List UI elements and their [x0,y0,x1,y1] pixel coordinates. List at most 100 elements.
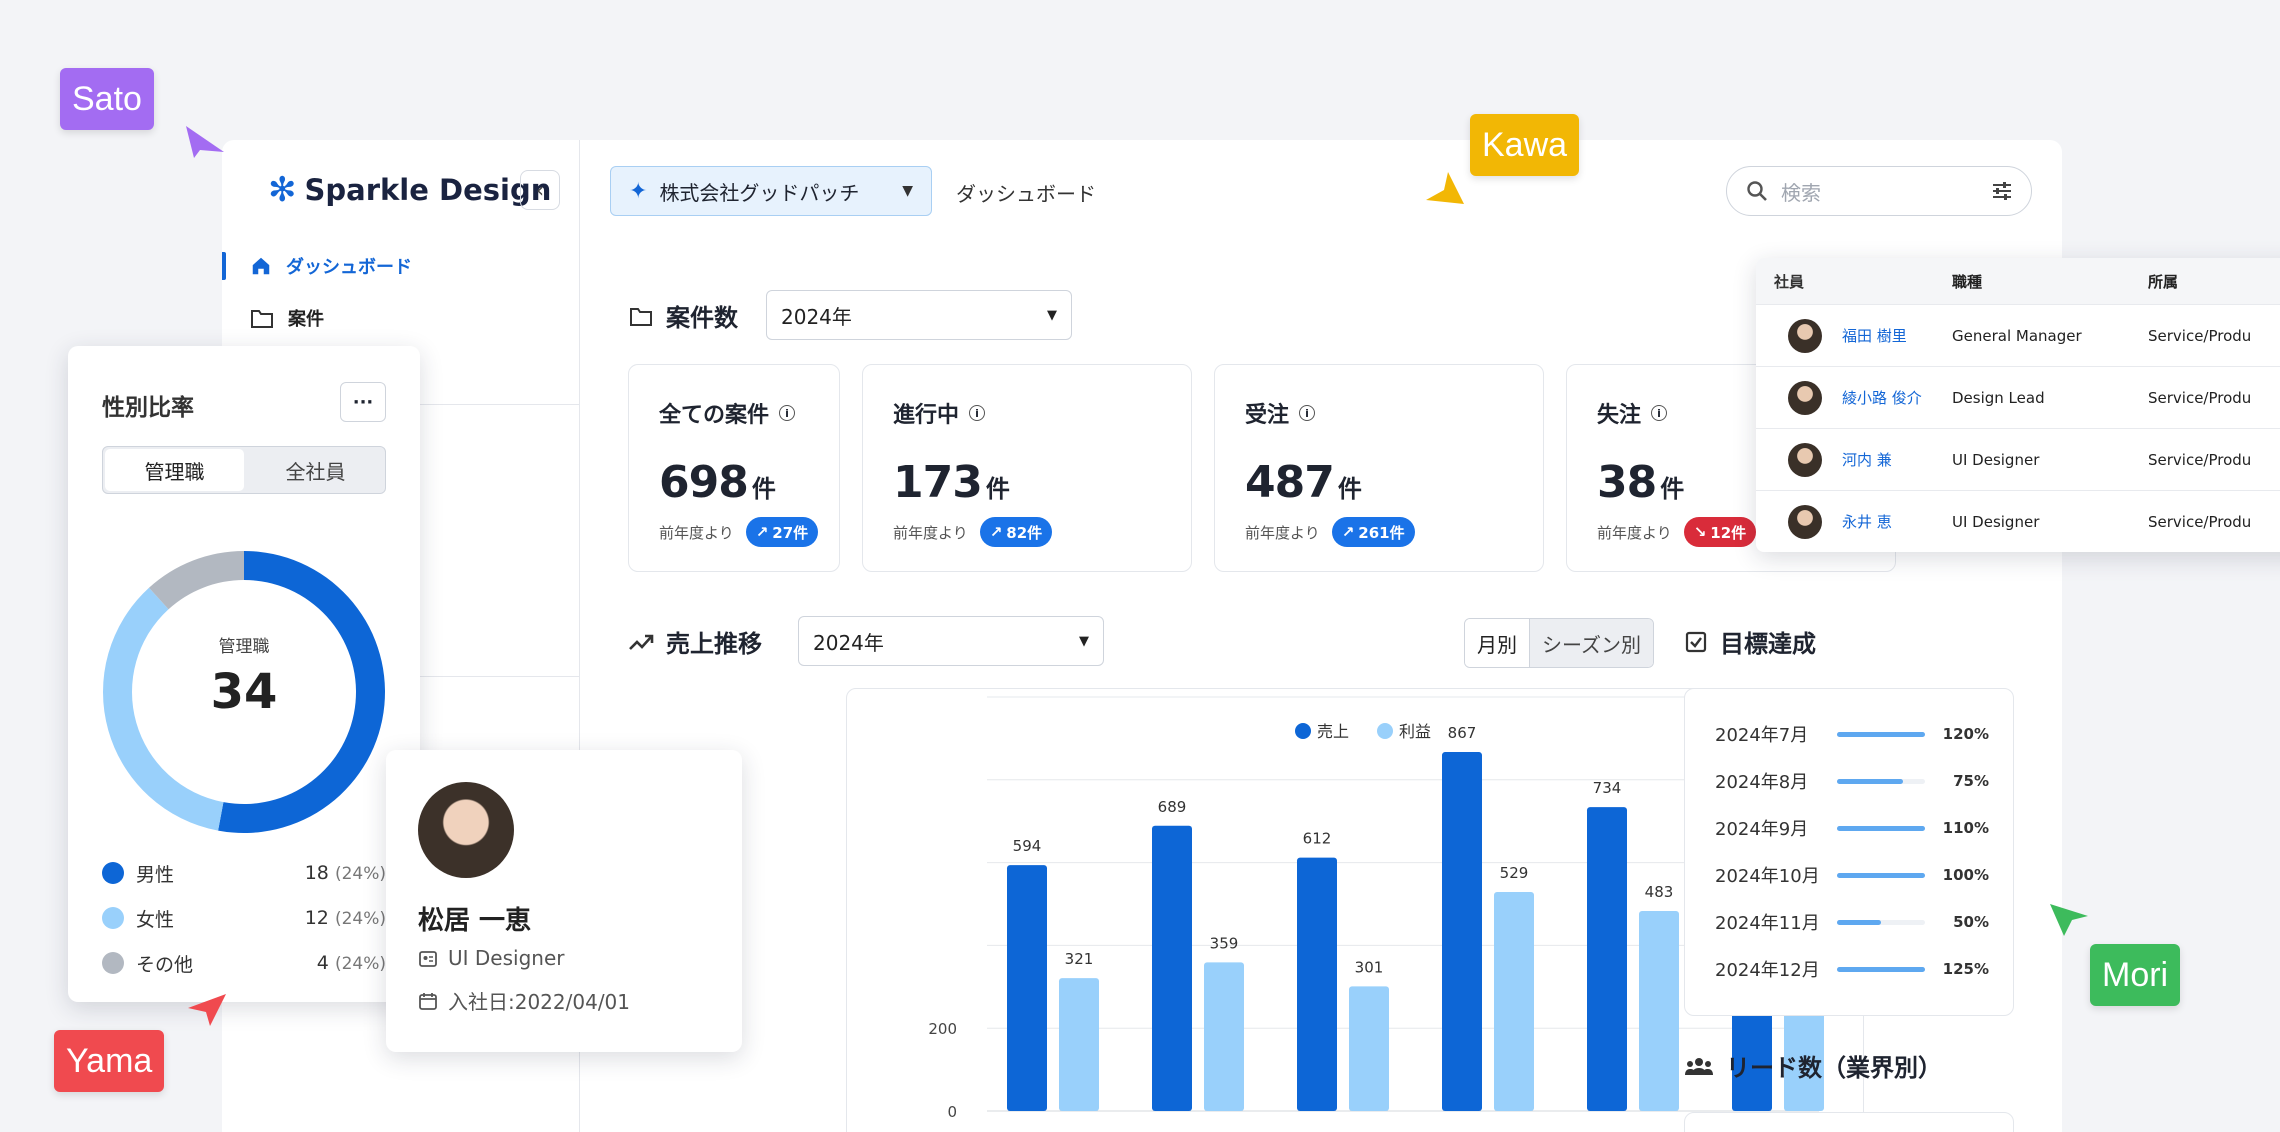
caret-down-icon: ▼ [902,183,913,199]
data-label: 612 [1303,830,1332,848]
kpi-card-in-progress: 進行中 i 173 件 前年度より ↗ 82件 [862,364,1192,572]
goal-progress [1837,966,1925,972]
cursor-arrow-icon [1426,172,1464,204]
search-input[interactable]: 検索 [1781,177,1821,206]
goal-card: 2024年7月 120% 2024年8月 75% 2024年9月 110% 2024年… [1684,688,2014,1016]
sparkle-icon: ✦ [629,178,648,204]
info-icon[interactable]: i [969,405,986,421]
table-row[interactable]: 河内 兼 UI Designer Service/Produ [1756,428,2280,490]
logo: ✻ Sparkle Design [268,170,552,210]
bar-売上[interactable] [1007,865,1047,1111]
bar-利益[interactable] [1639,911,1679,1111]
table-row[interactable]: 福田 樹里 General Manager Service/Produ [1756,304,2280,366]
goal-row: 2024年10月 100% [1715,866,1989,887]
legend-label: 売上 [1317,722,1349,741]
gender-segmented-control[interactable]: 管理職 全社員 [102,446,386,494]
y-tick-label: 200 [928,1020,957,1038]
employee-table: 社員 職種 所属 福田 樹里 General Manager Service/P… [1756,258,2280,552]
sales-period-toggle[interactable]: 月別 シーズン別 [1464,618,1654,668]
toggle-monthly[interactable]: 月別 [1465,619,1529,667]
avatar [1788,318,1822,353]
goal-progress [1837,825,1925,831]
chevron-left-icon: ‹ [536,178,544,202]
arrow-up-right-icon: ↗ [755,523,769,541]
sidebar-item-dashboard[interactable]: ダッシュボード [222,248,412,284]
legend-label: 利益 [1399,722,1431,741]
info-icon[interactable]: i [779,405,796,421]
table-header: 社員 職種 所属 [1756,258,2280,304]
bar-売上[interactable] [1297,857,1337,1111]
legend-dot [1377,723,1393,739]
info-icon[interactable]: i [1299,405,1316,421]
breadcrumb: ダッシュボード [956,182,1096,206]
bar-売上[interactable] [1442,752,1482,1111]
arrow-down-right-icon: ↘ [1693,523,1707,541]
id-badge-icon [419,951,437,967]
kpi-card-won: 受注 i 487 件 前年度より ↗ 261件 [1214,364,1544,572]
caret-down-icon: ▼ [1079,633,1089,649]
folder-icon [251,310,273,328]
legend-item-male: 男性 18 (24%) [102,858,386,888]
avatar [1788,504,1822,539]
goal-row: 2024年12月 125% [1715,960,1989,981]
filter-icon[interactable] [1991,181,2013,201]
segment-managers[interactable]: 管理職 [105,449,244,491]
folder-icon [630,307,652,326]
trend-badge: ↗ 261件 [1331,517,1415,547]
data-label: 529 [1500,864,1529,882]
donut-slice-その他[interactable] [149,551,244,610]
goal-progress [1837,919,1881,925]
bar-利益[interactable] [1494,891,1534,1111]
bar-売上[interactable] [1587,807,1627,1111]
bar-利益[interactable] [1349,986,1389,1111]
bar-利益[interactable] [1204,962,1244,1111]
trend-badge: ↗ 82件 [979,517,1053,547]
toggle-seasonal[interactable]: シーズン別 [1529,619,1653,667]
company-switcher[interactable]: ✦ 株式会社グッドパッチ ▼ [610,166,932,216]
calendar-icon [419,992,437,1010]
leads-card [1684,1112,2014,1132]
sparkle-logo-icon: ✻ [268,170,297,210]
avatar [1788,380,1822,415]
goal-row: 2024年9月 110% [1715,819,1989,840]
info-icon[interactable]: i [1651,405,1668,421]
bar-利益[interactable] [1059,978,1099,1111]
table-row[interactable]: 永井 恵 UI Designer Service/Produ [1756,490,2280,552]
legend-dot [102,907,124,929]
goal-row: 2024年8月 75% [1715,772,1989,793]
donut-center-value: 34 [210,664,278,720]
caret-down-icon: ▼ [1047,307,1057,323]
arrow-up-right-icon: ↗ [1341,523,1355,541]
legend-item-female: 女性 12 (24%) [102,903,386,933]
profile-name: 松居 一恵 [418,906,532,936]
legend-item-other: その他 4 (24%) [102,948,386,978]
segment-all-employees[interactable]: 全社員 [246,447,385,493]
goal-progress [1837,872,1925,878]
kpi-card-all: 全ての案件 i 698 件 前年度より ↗ 27件 [628,364,840,572]
data-label: 867 [1448,724,1477,742]
trend-badge: ↘ 12件 [1683,517,1757,547]
avatar [1788,442,1822,477]
trend-badge: ↗ 27件 [745,517,819,547]
profile-card: 松居 一恵 UI Designer 入社日:2022/04/01 [386,750,742,1052]
sidebar-item-projects[interactable]: 案件 [222,300,324,336]
data-label: 359 [1210,934,1239,952]
search-box[interactable]: 検索 [1726,166,2032,216]
donut-center-label: 管理職 [218,637,270,657]
projects-year-select[interactable]: 2024年 ▼ [766,290,1072,340]
table-row[interactable]: 綾小路 俊介 Design Lead Service/Produ [1756,366,2280,428]
more-options-button[interactable]: ··· [340,382,386,422]
data-label: 689 [1158,798,1187,816]
cursor-arrow-icon [186,126,224,158]
profile-joined: 入社日:2022/04/01 [418,986,630,1015]
cursor-tag-sato: Sato [60,68,154,130]
goal-progress [1837,731,1925,737]
cursor-tag-mori: Mori [2090,944,2181,1006]
sales-year-select[interactable]: 2024年 ▼ [798,616,1104,666]
avatar [418,782,514,878]
cursor-tag-yama: Yama [54,1030,165,1092]
legend-dot [1295,723,1311,739]
collapse-sidebar-button[interactable]: ‹ [520,170,560,210]
bar-売上[interactable] [1152,825,1192,1111]
goal-row: 2024年7月 120% [1715,725,1989,746]
